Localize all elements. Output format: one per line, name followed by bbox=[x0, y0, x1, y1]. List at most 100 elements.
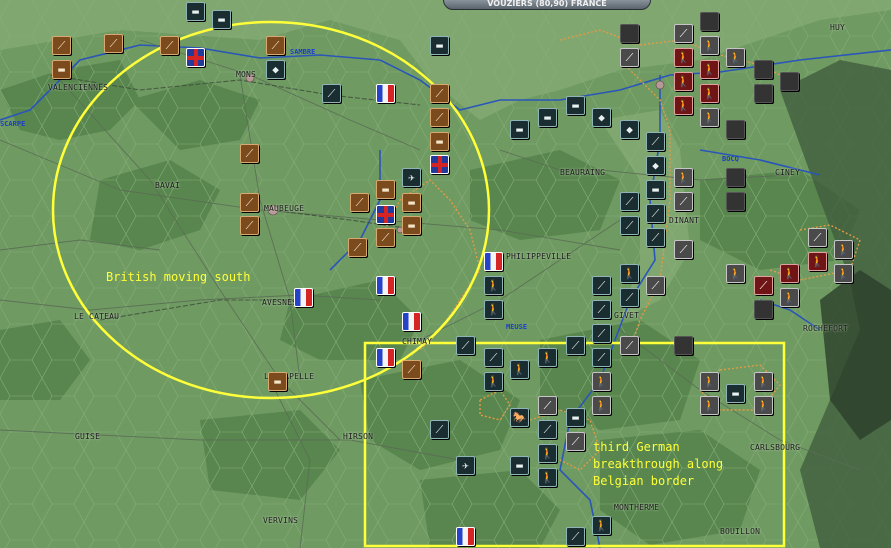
german-truck-unit[interactable]: ▬ bbox=[510, 456, 529, 475]
german-infantry-unit[interactable]: ⟋ bbox=[566, 432, 585, 451]
german-infantry-unit[interactable]: 🚶 bbox=[754, 372, 773, 391]
german-infantry-unit[interactable]: 🚶 bbox=[700, 396, 719, 415]
german-infantry-unit[interactable]: 🚶 bbox=[484, 276, 503, 295]
german-truck-unit[interactable]: ▬ bbox=[212, 10, 231, 29]
german-elite-infantry-unit[interactable]: 🚶 bbox=[674, 72, 693, 91]
german-elite-infantry-unit[interactable]: 🚶 bbox=[674, 96, 693, 115]
german-truck-unit[interactable]: ▬ bbox=[566, 408, 585, 427]
german-infantry-unit[interactable]: ⟋ bbox=[674, 240, 693, 259]
british-artillery-unit[interactable]: ⟋ bbox=[104, 34, 123, 53]
british-truck-unit[interactable]: ▬ bbox=[430, 132, 449, 151]
british-artillery-unit[interactable]: ⟋ bbox=[376, 228, 395, 247]
german-infantry-unit[interactable]: 🚶 bbox=[726, 48, 745, 67]
british-artillery-unit[interactable]: ⟋ bbox=[240, 216, 259, 235]
german-infantry-unit[interactable]: 🚶 bbox=[484, 372, 503, 391]
german-infantry-unit[interactable]: 🚶 bbox=[834, 264, 853, 283]
german-aircraft-unit[interactable]: ✈ bbox=[402, 168, 421, 187]
german-infantry-unit[interactable]: ⟋ bbox=[620, 48, 639, 67]
german-infantry-unit[interactable]: 🚶 bbox=[510, 360, 529, 379]
german-elite-infantry-unit[interactable]: 🚶 bbox=[674, 48, 693, 67]
german-truck-unit[interactable]: ▬ bbox=[646, 180, 665, 199]
flag-france-icon[interactable] bbox=[402, 312, 421, 331]
german-infantry-unit[interactable]: 🚶 bbox=[834, 240, 853, 259]
german-truck-unit[interactable]: ▬ bbox=[566, 96, 585, 115]
german-artillery-unit[interactable]: ⟋ bbox=[592, 324, 611, 343]
british-truck-unit[interactable]: ▬ bbox=[52, 60, 71, 79]
german-truck-unit[interactable]: ▬ bbox=[510, 120, 529, 139]
german-artillery-unit[interactable]: ⟋ bbox=[566, 336, 585, 355]
german-elite-infantry-unit[interactable]: 🚶 bbox=[700, 60, 719, 79]
unknown-unit[interactable] bbox=[754, 60, 773, 79]
german-aircraft-unit[interactable]: ✈ bbox=[456, 456, 475, 475]
british-truck-unit[interactable]: ▬ bbox=[402, 193, 421, 212]
german-infantry-unit[interactable]: 🚶 bbox=[538, 348, 557, 367]
flag-france-icon[interactable] bbox=[376, 84, 395, 103]
german-elite-infantry-unit[interactable]: ⟋ bbox=[754, 276, 773, 295]
unknown-unit[interactable] bbox=[780, 72, 799, 91]
german-truck-unit[interactable]: ▬ bbox=[186, 2, 205, 21]
unknown-unit[interactable] bbox=[726, 168, 745, 187]
german-infantry-unit[interactable]: ⟋ bbox=[538, 396, 557, 415]
german-artillery-unit[interactable]: ⟋ bbox=[566, 527, 585, 546]
unknown-unit[interactable] bbox=[620, 24, 639, 43]
german-infantry-unit[interactable]: 🚶 bbox=[726, 264, 745, 283]
flag-uk-icon[interactable] bbox=[186, 48, 205, 67]
german-artillery-unit[interactable]: ⟋ bbox=[646, 204, 665, 223]
german-infantry-unit[interactable]: 🚶 bbox=[700, 36, 719, 55]
british-artillery-unit[interactable]: ⟋ bbox=[266, 36, 285, 55]
german-artillery-unit[interactable]: ⟋ bbox=[538, 420, 557, 439]
german-infantry-unit[interactable]: 🚶 bbox=[754, 396, 773, 415]
german-artillery-unit[interactable]: ⟋ bbox=[620, 216, 639, 235]
british-artillery-unit[interactable]: ⟋ bbox=[160, 36, 179, 55]
british-artillery-unit[interactable]: ⟋ bbox=[350, 193, 369, 212]
german-artillery-unit[interactable]: ⟋ bbox=[592, 348, 611, 367]
british-truck-unit[interactable]: ▬ bbox=[376, 180, 395, 199]
british-truck-unit[interactable]: ▬ bbox=[402, 216, 421, 235]
british-artillery-unit[interactable]: ⟋ bbox=[240, 193, 259, 212]
german-infantry-unit[interactable]: 🚶 bbox=[700, 108, 719, 127]
british-artillery-unit[interactable]: ⟋ bbox=[430, 84, 449, 103]
german-infantry-unit[interactable]: ⟋ bbox=[674, 24, 693, 43]
german-artillery-unit[interactable]: ⟋ bbox=[430, 420, 449, 439]
german-tank-unit[interactable]: ◆ bbox=[592, 108, 611, 127]
german-artillery-unit[interactable]: ⟋ bbox=[620, 192, 639, 211]
german-artillery-unit[interactable]: ⟋ bbox=[322, 84, 341, 103]
unknown-unit[interactable] bbox=[700, 12, 719, 31]
german-infantry-unit[interactable]: ⟋ bbox=[646, 276, 665, 295]
german-tank-unit[interactable]: ◆ bbox=[266, 60, 285, 79]
unknown-unit[interactable] bbox=[726, 120, 745, 139]
unknown-unit[interactable] bbox=[726, 192, 745, 211]
german-infantry-unit[interactable]: ⟋ bbox=[674, 192, 693, 211]
british-artillery-unit[interactable]: ⟋ bbox=[52, 36, 71, 55]
german-infantry-unit[interactable]: ⟋ bbox=[808, 228, 827, 247]
german-infantry-unit[interactable]: 🚶 bbox=[484, 300, 503, 319]
german-tank-unit[interactable]: ◆ bbox=[620, 120, 639, 139]
german-artillery-unit[interactable]: ⟋ bbox=[646, 228, 665, 247]
german-artillery-unit[interactable]: ⟋ bbox=[456, 336, 475, 355]
flag-france-icon[interactable] bbox=[376, 276, 395, 295]
german-tank-unit[interactable]: ◆ bbox=[646, 156, 665, 175]
german-artillery-unit[interactable]: ⟋ bbox=[484, 348, 503, 367]
unknown-unit[interactable] bbox=[754, 84, 773, 103]
german-artillery-unit[interactable]: ⟋ bbox=[592, 276, 611, 295]
flag-uk-icon[interactable] bbox=[430, 155, 449, 174]
german-infantry-unit[interactable]: 🚶 bbox=[592, 372, 611, 391]
flag-uk-icon[interactable] bbox=[376, 205, 395, 224]
german-artillery-unit[interactable]: ⟋ bbox=[620, 288, 639, 307]
german-infantry-unit[interactable]: 🚶 bbox=[780, 288, 799, 307]
german-infantry-unit[interactable]: 🚶 bbox=[700, 372, 719, 391]
flag-france-icon[interactable] bbox=[294, 288, 313, 307]
british-artillery-unit[interactable]: ⟋ bbox=[430, 108, 449, 127]
german-truck-unit[interactable]: ▬ bbox=[430, 36, 449, 55]
german-infantry-unit[interactable]: ⟋ bbox=[620, 336, 639, 355]
british-artillery-unit[interactable]: ⟋ bbox=[348, 238, 367, 257]
german-infantry-unit[interactable]: 🚶 bbox=[538, 468, 557, 487]
german-infantry-unit[interactable]: 🐎 bbox=[510, 408, 529, 427]
german-artillery-unit[interactable]: ⟋ bbox=[592, 300, 611, 319]
flag-france-icon[interactable] bbox=[456, 527, 475, 546]
german-truck-unit[interactable]: ▬ bbox=[726, 384, 745, 403]
german-infantry-unit[interactable]: 🚶 bbox=[592, 516, 611, 535]
german-artillery-unit[interactable]: ⟋ bbox=[646, 132, 665, 151]
german-elite-infantry-unit[interactable]: 🚶 bbox=[808, 252, 827, 271]
british-artillery-unit[interactable]: ⟋ bbox=[240, 144, 259, 163]
